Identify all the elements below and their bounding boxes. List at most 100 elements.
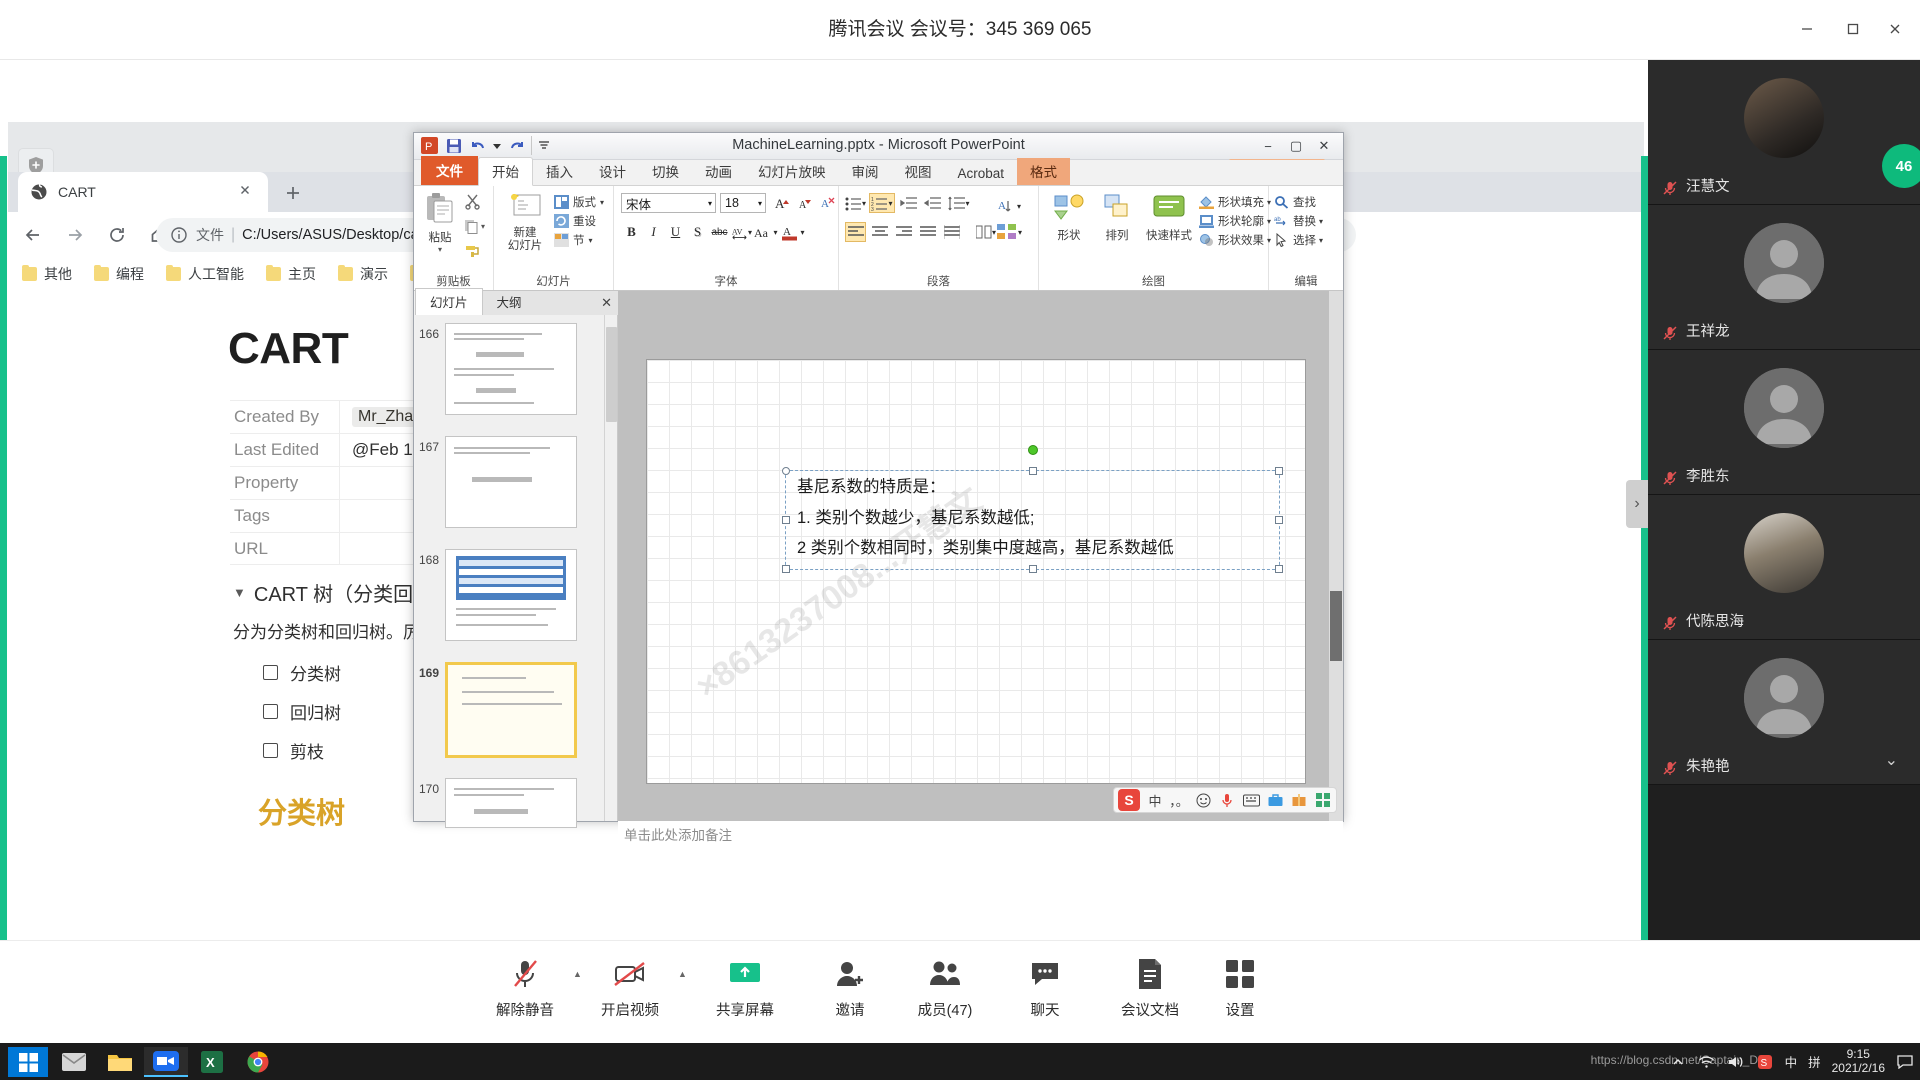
rotation-handle[interactable]	[1027, 445, 1038, 455]
tab-home[interactable]: 开始	[478, 157, 533, 186]
chevron-down-icon[interactable]: ▼	[233, 585, 246, 600]
participant-tile[interactable]: 王祥龙	[1648, 205, 1920, 350]
tab-animations[interactable]: 动画	[692, 158, 745, 185]
arrange-button[interactable]: 排列	[1095, 192, 1139, 243]
tab-slides[interactable]: 幻灯片	[415, 288, 483, 315]
slide-thumbnail-selected[interactable]: 169	[415, 662, 610, 758]
reset-button[interactable]: 重设	[554, 213, 604, 229]
tab-format[interactable]: 格式	[1017, 158, 1071, 185]
grow-font-icon[interactable]: A	[772, 193, 793, 213]
forward-button[interactable]	[58, 218, 92, 252]
align-right-icon[interactable]	[893, 222, 914, 242]
emoji-icon[interactable]	[1194, 791, 1212, 809]
shape-outline-button[interactable]: 形状轮廓 ▾	[1199, 213, 1271, 229]
expand-panel-button[interactable]: ›	[1626, 480, 1648, 528]
control-settings[interactable]: 设置	[1185, 953, 1295, 1020]
paste-button[interactable]: 粘贴 ▾	[420, 192, 460, 254]
line-spacing-icon[interactable]: ▾	[946, 193, 972, 213]
tab-design[interactable]: 设计	[586, 158, 639, 185]
align-left-icon[interactable]	[845, 222, 866, 242]
bookmark-item[interactable]: 演示	[338, 264, 388, 284]
chevron-up-icon[interactable]	[1669, 1053, 1687, 1071]
shrink-font-icon[interactable]: A	[795, 193, 816, 213]
bold-button[interactable]: B	[621, 222, 642, 242]
clear-format-icon[interactable]: A	[818, 193, 839, 213]
slide-thumbnail[interactable]: 168	[415, 549, 610, 641]
shape-effects-button[interactable]: 形状效果 ▾	[1199, 232, 1271, 248]
window-minimize-button[interactable]	[1790, 12, 1824, 46]
new-tab-button[interactable]	[280, 180, 306, 206]
bookmark-item[interactable]: 编程	[94, 264, 144, 284]
keyboard-icon[interactable]	[1242, 791, 1260, 809]
reload-button[interactable]	[100, 218, 134, 252]
control-invite[interactable]: 邀请	[795, 953, 905, 1020]
copy-button[interactable]: ▾	[464, 219, 485, 234]
checkbox[interactable]	[263, 743, 278, 759]
increase-indent-icon[interactable]	[922, 193, 943, 213]
tab-outline[interactable]: 大纲	[483, 289, 536, 315]
distribute-icon[interactable]	[941, 222, 962, 242]
slide-thumbnail[interactable]: 167	[415, 436, 610, 528]
ime-pinyin-label[interactable]: 拼	[1808, 1052, 1821, 1071]
tab-review[interactable]: 审阅	[839, 158, 892, 185]
control-unmute[interactable]: 解除静音	[470, 953, 580, 1020]
text-shadow-button[interactable]: S	[687, 222, 708, 242]
chevron-up-icon[interactable]: ▲	[678, 969, 687, 979]
bullets-icon[interactable]: ▾	[845, 193, 866, 213]
character-spacing-icon[interactable]: AV ▾	[731, 222, 752, 242]
tab-insert[interactable]: 插入	[533, 158, 586, 185]
shape-fill-button[interactable]: 形状填充 ▾	[1199, 194, 1271, 210]
slide-thumbnail[interactable]: 166	[415, 323, 610, 415]
cut-button[interactable]	[464, 193, 481, 215]
justify-icon[interactable]	[917, 222, 938, 242]
format-painter-button[interactable]	[464, 243, 481, 264]
tab-view[interactable]: 视图	[892, 158, 945, 185]
font-color-icon[interactable]: A ▾	[780, 222, 806, 242]
gift-icon[interactable]	[1290, 791, 1308, 809]
font-size-input[interactable]: 18 ▾	[720, 193, 766, 213]
window-maximize-button[interactable]	[1836, 12, 1870, 46]
tab-transitions[interactable]: 切换	[639, 158, 692, 185]
underline-button[interactable]: U	[665, 222, 686, 242]
control-start-video[interactable]: 开启视频	[575, 953, 685, 1020]
participant-tile[interactable]: 汪慧文	[1648, 60, 1920, 205]
slide-thumbnail[interactable]: 170	[415, 778, 610, 828]
toolbox-icon[interactable]	[1266, 791, 1284, 809]
change-case-icon[interactable]: Aa ▾	[753, 222, 779, 242]
browser-tab-cart[interactable]: CART	[18, 172, 268, 212]
italic-button[interactable]: I	[643, 222, 664, 242]
taskbar-clock[interactable]: 9:15 2021/2/16	[1832, 1047, 1885, 1076]
taskbar-app-mail[interactable]	[52, 1047, 96, 1077]
bookmark-item[interactable]: 其他	[22, 264, 72, 284]
layout-button[interactable]: 版式 ▾	[554, 194, 604, 210]
text-direction-icon[interactable]: A ▾	[989, 193, 1029, 219]
ppt-minimize-button[interactable]: −	[1255, 137, 1281, 155]
mic-icon[interactable]	[1218, 791, 1236, 809]
chevron-down-icon[interactable]: ⌄	[1885, 750, 1898, 770]
smartart-icon[interactable]: ▾	[989, 219, 1029, 245]
scrollbar-thumb[interactable]	[606, 327, 617, 422]
find-button[interactable]: 查找	[1274, 194, 1323, 210]
checkbox[interactable]	[263, 704, 278, 720]
control-participants[interactable]: 成员(47)	[890, 953, 1000, 1020]
control-share-screen[interactable]: 共享屏幕	[690, 953, 800, 1020]
checkbox[interactable]	[263, 665, 278, 681]
bookmark-item[interactable]: 人工智能	[166, 264, 244, 284]
ime-mode-label[interactable]: 中	[1146, 791, 1164, 809]
info-circle-icon[interactable]	[170, 226, 188, 244]
font-name-input[interactable]: 宋体 ▾	[621, 193, 716, 213]
section-button[interactable]: 节 ▾	[554, 232, 604, 248]
strikethrough-button[interactable]: abc	[709, 222, 730, 242]
taskbar-app-excel[interactable]: X	[190, 1047, 234, 1077]
notification-icon[interactable]	[1896, 1053, 1914, 1071]
ime-punctuation-label[interactable]: ，。	[1169, 791, 1189, 809]
participant-tile[interactable]: 朱艳艳 ⌄	[1648, 640, 1920, 785]
tab-acrobat[interactable]: Acrobat	[945, 163, 1018, 185]
quick-styles-button[interactable]: 快速样式	[1141, 192, 1197, 243]
slide-page[interactable]: ×8613237008...开慧文 基尼系数的特质是： 1. 类别个数越少，基尼…	[646, 359, 1306, 784]
ime-icon[interactable]: S	[1756, 1053, 1774, 1071]
taskbar-app-explorer[interactable]	[98, 1047, 142, 1077]
tab-file[interactable]: 文件	[421, 156, 478, 185]
control-chat[interactable]: 聊天	[990, 953, 1100, 1020]
window-close-button[interactable]	[1878, 12, 1912, 46]
